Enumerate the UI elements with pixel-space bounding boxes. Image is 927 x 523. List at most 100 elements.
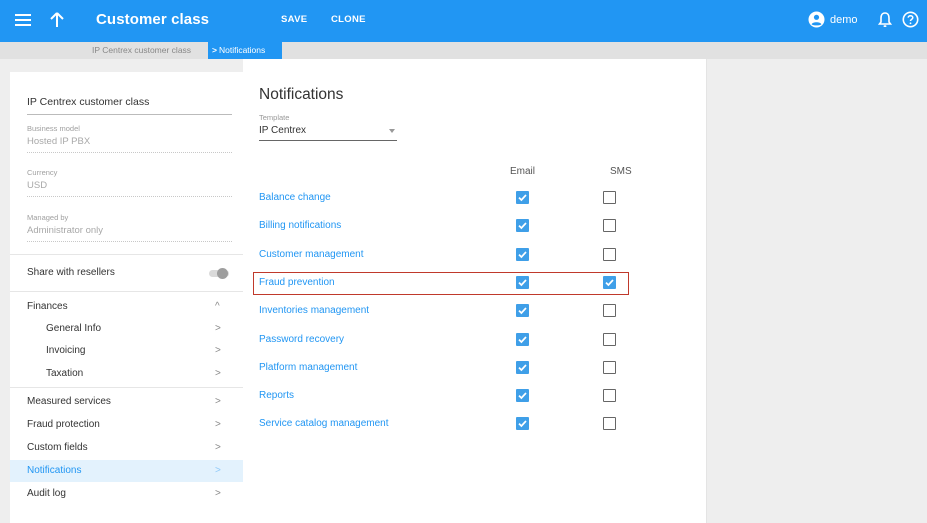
divider <box>10 254 243 255</box>
class-name-underline <box>27 114 232 115</box>
email-checkbox[interactable] <box>516 247 529 261</box>
email-column-header: Email <box>510 166 536 177</box>
email-checkbox[interactable] <box>516 332 529 346</box>
divider <box>10 291 243 292</box>
checkmark-icon <box>518 392 527 400</box>
account-circle-icon <box>808 11 825 28</box>
sidebar-item-label: Taxation <box>46 368 84 379</box>
chevron-up-icon: ^ <box>215 301 220 312</box>
chevron-right-icon: > <box>215 488 221 499</box>
chevron-right-icon: > <box>215 396 221 407</box>
help-icon[interactable] <box>902 11 919 28</box>
notification-row: Customer management <box>243 242 706 270</box>
checkmark-icon <box>518 420 527 428</box>
save-button[interactable]: SAVE <box>281 14 307 25</box>
sidebar-item-fraud-protection[interactable]: Fraud protection > <box>10 414 243 436</box>
email-checkbox[interactable] <box>516 360 529 374</box>
notification-type-link[interactable]: Fraud prevention <box>259 277 335 288</box>
email-checkbox[interactable] <box>516 219 529 233</box>
email-checkbox[interactable] <box>516 275 529 289</box>
share-with-resellers-label: Share with resellers <box>27 267 115 278</box>
email-checkbox[interactable] <box>516 389 529 403</box>
notification-row: Reports <box>243 383 706 411</box>
share-with-resellers-toggle[interactable] <box>209 268 231 279</box>
template-label: Template <box>259 113 290 122</box>
chevron-right-icon: > <box>215 419 221 430</box>
sms-checkbox[interactable] <box>603 417 616 431</box>
chevron-right-icon: > <box>215 465 221 476</box>
sms-checkbox[interactable] <box>603 360 616 374</box>
notification-row: Platform management <box>243 355 706 383</box>
sidebar-item-label: Measured services <box>27 396 111 407</box>
sidebar-item-label: Fraud protection <box>27 419 100 430</box>
sidebar-item-label: Notifications <box>27 465 82 476</box>
chevron-right-icon: > <box>215 442 221 453</box>
notification-type-link[interactable]: Password recovery <box>259 334 344 345</box>
breadcrumb: IP Centrex customer class > Notifications <box>0 42 927 59</box>
checkmark-icon <box>518 222 527 230</box>
sms-checkbox[interactable] <box>603 275 616 289</box>
sidebar-item-finances[interactable]: Finances ^ <box>10 296 243 318</box>
email-checkbox[interactable] <box>516 417 529 431</box>
sms-checkbox[interactable] <box>603 219 616 233</box>
notification-type-link[interactable]: Balance change <box>259 192 331 203</box>
chevron-right-icon: > <box>215 345 221 356</box>
notification-type-link[interactable]: Customer management <box>259 249 364 260</box>
notification-row: Password recovery <box>243 327 706 355</box>
sms-checkbox[interactable] <box>603 389 616 403</box>
notification-type-link[interactable]: Platform management <box>259 362 357 373</box>
business-model-value: Hosted IP PBX <box>27 136 91 147</box>
divider <box>27 152 232 153</box>
managed-by-label: Managed by <box>27 213 69 222</box>
sidebar-item-label: Finances <box>27 301 68 312</box>
checkmark-icon <box>605 279 614 287</box>
sms-checkbox[interactable] <box>603 191 616 204</box>
arrow-up-icon[interactable] <box>48 10 66 30</box>
sidebar-item-measured-services[interactable]: Measured services > <box>10 391 243 413</box>
notification-type-link[interactable]: Service catalog management <box>259 418 389 429</box>
sms-checkbox[interactable] <box>603 304 616 318</box>
bell-icon[interactable] <box>878 11 892 28</box>
notification-type-link[interactable]: Inventories management <box>259 305 369 316</box>
sidebar-item-notifications[interactable]: Notifications > <box>10 460 243 482</box>
sms-checkbox[interactable] <box>603 332 616 346</box>
managed-by-value: Administrator only <box>27 225 104 236</box>
template-select[interactable]: IP Centrex <box>259 123 397 141</box>
sidebar-item-taxation[interactable]: Taxation > <box>10 363 243 385</box>
menu-icon[interactable] <box>14 11 32 29</box>
notification-row: Service catalog management <box>243 411 706 439</box>
email-checkbox[interactable] <box>516 191 529 204</box>
right-panel <box>706 59 927 523</box>
sidebar-item-label: Custom fields <box>27 442 88 453</box>
breadcrumb-parent-link[interactable]: IP Centrex customer class <box>92 45 191 55</box>
page-title: Customer class <box>96 11 210 28</box>
sidebar-item-general-info[interactable]: General Info > <box>10 318 243 340</box>
sidebar-item-invoicing[interactable]: Invoicing > <box>10 340 243 362</box>
sidebar-item-audit-log[interactable]: Audit log > <box>10 483 243 505</box>
user-menu[interactable]: demo <box>808 11 872 31</box>
toggle-knob <box>217 268 228 279</box>
class-name: IP Centrex customer class <box>27 96 150 108</box>
notification-type-link[interactable]: Reports <box>259 390 294 401</box>
divider <box>27 196 232 197</box>
checkmark-icon <box>518 335 527 343</box>
app-header: Customer class SAVE CLONE demo <box>0 0 927 42</box>
sidebar-item-label: Invoicing <box>46 345 86 356</box>
sidebar: IP Centrex customer class Business model… <box>10 72 243 523</box>
divider <box>10 387 243 388</box>
sms-checkbox[interactable] <box>603 247 616 261</box>
dropdown-caret-icon <box>389 129 395 133</box>
notifications-title: Notifications <box>259 86 344 103</box>
sidebar-item-custom-fields[interactable]: Custom fields > <box>10 437 243 459</box>
email-checkbox[interactable] <box>516 304 529 318</box>
clone-button[interactable]: CLONE <box>331 14 366 25</box>
chevron-right-icon: > <box>215 368 221 379</box>
notification-row: Fraud prevention <box>243 270 706 298</box>
checkmark-icon <box>518 194 527 202</box>
breadcrumb-separator: > <box>212 45 217 55</box>
checkmark-icon <box>518 279 527 287</box>
sidebar-item-label: Audit log <box>27 488 66 499</box>
breadcrumb-current: > Notifications <box>208 42 282 59</box>
notification-type-link[interactable]: Billing notifications <box>259 220 341 231</box>
breadcrumb-current-label: Notifications <box>218 45 266 55</box>
